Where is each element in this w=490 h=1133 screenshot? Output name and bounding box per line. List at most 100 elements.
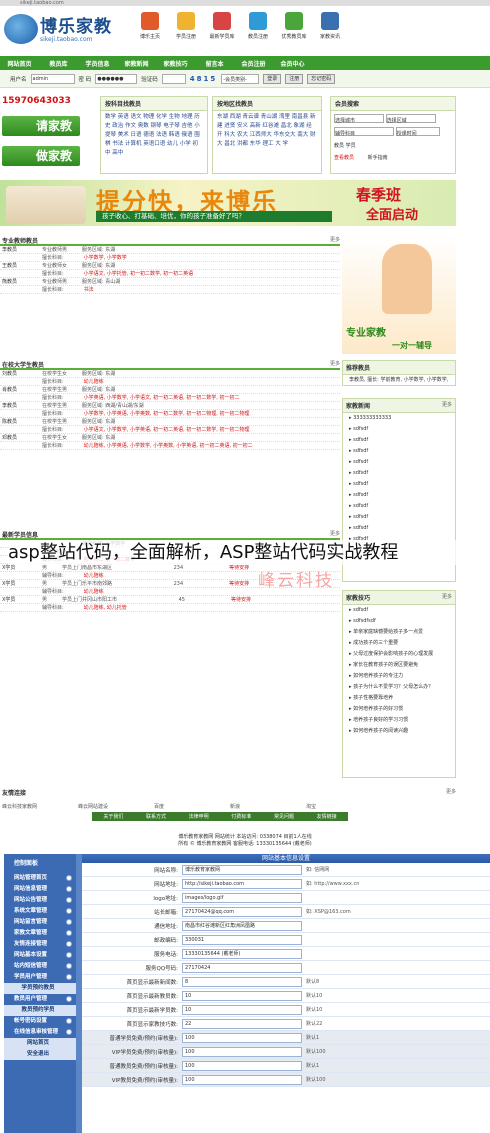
hire-tutor-button[interactable]: 请家教 <box>2 116 80 136</box>
list-row[interactable]: 肖教员 在校学生男 服务区域: 东湖 <box>0 386 340 394</box>
list-item[interactable]: ▸ 如何培养孩子的好习惯 <box>343 704 455 715</box>
form-input[interactable]: 10 <box>182 990 302 1001</box>
form-input[interactable]: 8 <box>182 976 302 987</box>
main-nav-item-1[interactable]: 教员库 <box>39 59 78 68</box>
list-item[interactable]: ▸ 单亲家庭缺憾要给孩子多一点爱 <box>343 627 455 638</box>
main-nav-item-7[interactable]: 会员中心 <box>273 59 312 68</box>
admin-menu-item[interactable]: 学员预约教员 <box>4 983 76 994</box>
form-input[interactable]: images/logo.gif <box>182 892 302 903</box>
district-select[interactable]: 选择区域 <box>385 114 436 124</box>
form-input[interactable]: 330031 <box>182 934 302 945</box>
admin-menu-item[interactable]: 网站基本设置 <box>4 950 76 961</box>
form-input[interactable]: 13330135644 (戴老师) <box>182 948 302 959</box>
pro-teacher-more-link[interactable]: 更多 <box>330 236 340 244</box>
student-teacher-more-link[interactable]: 更多 <box>330 360 340 368</box>
list-row[interactable]: 熊教员 专业教师男 服务区域: 青山湖 <box>0 278 340 286</box>
subject-links[interactable]: 数学 英语 语文 物理 化学 生物 地理 历史 政治 作文 奥数 钢琴 电子琴 … <box>101 111 207 160</box>
admin-menu-item[interactable]: 网站管理首页 <box>4 873 76 884</box>
list-item[interactable]: ▸ sdfsdf <box>343 479 455 490</box>
list-item[interactable]: ▸ 如何培养孩子的阅读兴趣 <box>343 726 455 737</box>
row-status[interactable]: 等待安排 <box>183 581 249 587</box>
list-item[interactable]: ▸ 如何培养孩子的专注力 <box>343 671 455 682</box>
promo-banner[interactable]: 提分快，来博乐 孩子收心、打基础、培优，你的孩子准备好了吗？ 春季班 全面启动 <box>0 180 456 226</box>
footer-nav-link[interactable]: 友情链接 <box>317 813 337 820</box>
admin-menu-item[interactable]: 网站首页 <box>4 1038 76 1049</box>
captcha-input[interactable] <box>161 73 186 84</box>
list-item[interactable]: ▸ sdfsdf <box>343 605 455 616</box>
main-nav-item-6[interactable]: 会员注册 <box>234 59 273 68</box>
list-row[interactable]: 擅长科目: 幼儿陪练 <box>0 378 340 386</box>
list-row[interactable]: 擅长科目: 小学语文, 小学托管, 初一初二数学, 初一初二英语 <box>0 270 340 278</box>
admin-menu-item[interactable]: 在线信息审核管理 <box>4 1027 76 1038</box>
list-row[interactable]: 擅长科目: 书法 <box>0 286 340 294</box>
list-row[interactable]: 李教员 在校学生男 服务区域: 西湖/青山湖/东湖 <box>0 402 340 410</box>
friend-link[interactable]: 峰云网站建设 <box>76 803 152 810</box>
list-item[interactable]: ▸ sdfsdf <box>343 446 455 457</box>
list-item[interactable]: ▸ sdfsdf <box>343 435 455 446</box>
friend-link[interactable]: 淘宝 <box>304 803 380 810</box>
top-nav-item-0[interactable]: 博乐主页 <box>132 12 168 40</box>
list-row[interactable]: 擅长科目: 小学数学, 小学英语, 小学奥数, 初一初二数学, 初一初二物理, … <box>0 410 340 418</box>
admin-menu-item[interactable]: 帐号密码设置 <box>4 1016 76 1027</box>
list-item[interactable]: ▸ 培养孩子良好的学习习惯 <box>343 715 455 726</box>
login-button[interactable]: 登录 <box>263 73 282 84</box>
list-row[interactable]: 擅长科目: 小学英语, 小学数学, 小学语文, 初一初二英语, 初一初二数学, … <box>0 394 340 402</box>
form-input[interactable]: 南昌市红谷滩新区红角洲凤凰路 <box>182 920 302 931</box>
admin-menu-item[interactable]: 安全退出 <box>4 1049 76 1060</box>
password-input[interactable]: ●●●●●● <box>95 73 138 84</box>
main-nav-item-5[interactable]: 留言本 <box>195 59 234 68</box>
list-item[interactable]: ▸ sdfsdfsdf <box>343 616 455 627</box>
list-item[interactable]: ▸ sdfsdf <box>343 501 455 512</box>
top-nav-item-2[interactable]: 最新学员库 <box>204 12 240 40</box>
username-input[interactable]: admin <box>30 73 75 84</box>
city-select[interactable]: 选择城市 <box>334 114 384 124</box>
newbie-guide-link[interactable]: 新手指南 <box>356 155 388 161</box>
list-item[interactable]: ▸ 家长在教育孩子的误区要避免 <box>343 660 455 671</box>
form-input[interactable]: 22 <box>182 1018 302 1029</box>
list-row[interactable]: 擅长科目: 小学数学, 小学数学 <box>0 254 340 262</box>
footer-nav-link[interactable]: 联系方式 <box>146 813 166 820</box>
list-row[interactable]: X学员 男 学员上门井冈山市阳工市 45 等待安排 <box>0 596 340 604</box>
form-input[interactable]: http://sikeji.taobao.com <box>182 878 302 889</box>
radio-student[interactable]: 学员 <box>346 143 356 149</box>
form-input[interactable]: 100 <box>182 1046 302 1057</box>
list-item[interactable]: ▸ sdfsdf <box>343 424 455 435</box>
admin-menu-item[interactable]: 学员用户管理 <box>4 972 76 983</box>
form-input[interactable]: 100 <box>182 1074 302 1085</box>
subject-select[interactable]: 辅导科目 <box>334 127 394 137</box>
top-nav-item-5[interactable]: 家教资讯 <box>312 12 348 40</box>
list-item[interactable]: ▸ 333333333333 <box>343 413 455 424</box>
become-tutor-button[interactable]: 做家教 <box>2 146 80 166</box>
forgot-password-button[interactable]: 忘记密码 <box>307 73 336 84</box>
list-item[interactable]: ▸ 孩子性格要靠培养 <box>343 693 455 704</box>
latest-students-more-link[interactable]: 更多 <box>330 530 340 538</box>
list-item[interactable]: ▸ 孩子为什么不爱学习？父母怎么办？ <box>343 682 455 693</box>
friend-link[interactable]: 新浪 <box>228 803 304 810</box>
footer-nav-link[interactable]: 关于我们 <box>103 813 123 820</box>
form-input[interactable]: 27170424 <box>182 962 302 973</box>
form-input[interactable]: 100 <box>182 1032 302 1043</box>
list-row[interactable]: 辅导科目: 幼儿陪练, 幼儿托管 <box>0 604 340 612</box>
form-input[interactable]: 10 <box>182 1004 302 1015</box>
friend-links-more[interactable]: 更多 <box>446 788 456 797</box>
register-button[interactable]: 注册 <box>285 73 304 84</box>
admin-menu-item[interactable]: 网站公告管理 <box>4 895 76 906</box>
site-logo[interactable]: 博乐家教 sikeji.taobao.com <box>4 10 116 50</box>
admin-menu-item[interactable]: 系统文章管理 <box>4 906 76 917</box>
top-nav-item-1[interactable]: 学员注册 <box>168 12 204 40</box>
form-input[interactable]: 博乐教育家教网 <box>182 864 302 875</box>
list-item[interactable]: ▸ sdfsdf <box>343 468 455 479</box>
tips-more-link[interactable]: 更多 <box>442 593 452 602</box>
row-status[interactable]: 等待安排 <box>185 597 251 603</box>
form-input[interactable]: 27170424@qq.com <box>182 906 302 917</box>
list-item[interactable]: ▸ sdfsdf <box>343 523 455 534</box>
footer-nav-link[interactable]: 常见问题 <box>274 813 294 820</box>
list-row[interactable]: 刘教员 在校学生女 服务区域: 东湖 <box>0 370 340 378</box>
list-item[interactable]: ▸ 成功孩子的三个重要 <box>343 638 455 649</box>
top-nav-item-3[interactable]: 教员注册 <box>240 12 276 40</box>
news-more-link[interactable]: 更多 <box>442 401 452 410</box>
radio-tutor[interactable]: 教员 <box>334 143 344 149</box>
friend-link[interactable]: 百度 <box>152 803 228 810</box>
footer-nav-link[interactable]: 付费标准 <box>231 813 251 820</box>
region-links[interactable]: 东湖 西湖 青云谱 青山湖 湾里 南昌县 新建 进贤 安义 高新 红谷滩 昌北 … <box>213 111 321 151</box>
